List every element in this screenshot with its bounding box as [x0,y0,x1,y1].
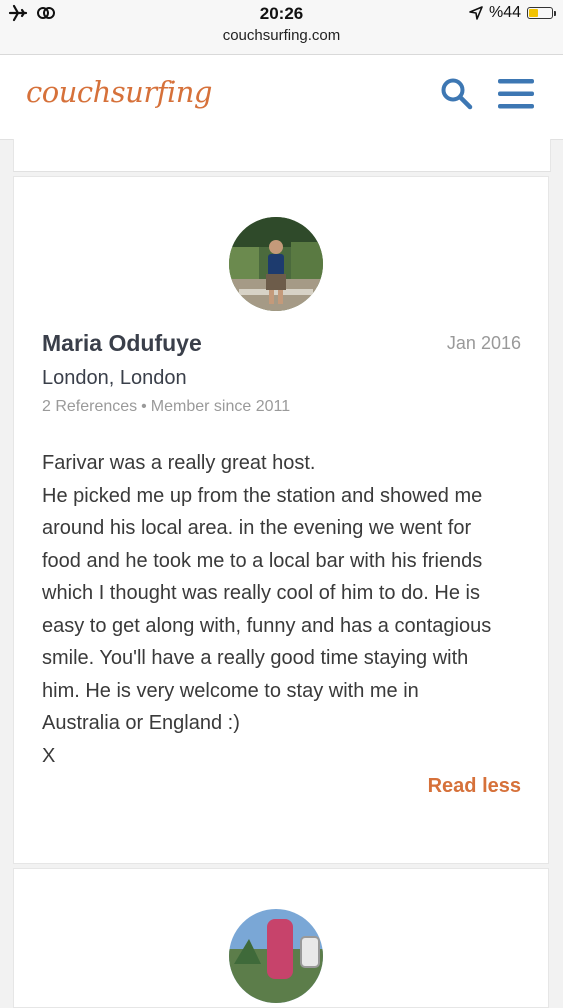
status-bar: 20:26 couchsurfing.com %44 [0,0,563,55]
status-icons-right: %44 [469,4,556,22]
address-url[interactable]: couchsurfing.com [0,27,563,44]
couchsurfing-logo[interactable]: couchsurfing [26,75,212,109]
battery-icon [527,7,556,19]
battery-level [529,9,538,17]
reference-line: which I thought was really cool of him t… [42,582,480,604]
avatar[interactable] [229,217,323,311]
read-less-link[interactable]: Read less [428,775,521,798]
reference-line: him. He is very welcome to stay with me … [42,679,419,702]
reference-line: X [42,744,56,767]
reviewer-location: London, London [42,367,187,389]
reference-line: food and he took me to a local bar with … [42,549,483,572]
hamburger-menu-icon [498,79,534,109]
separator-dot: • [141,398,147,415]
avatar-photo [229,217,323,311]
reference-line: smile. You'll have a really good time st… [42,647,469,669]
reference-line: Farivar was a really great host. [42,452,316,474]
references-count: 2 References [42,398,138,415]
reference-line: Australia or England :) [42,712,240,734]
search-icon [441,78,473,110]
battery-percent: %44 [488,4,521,21]
reviewer-name[interactable]: Maria Odufuye [42,330,202,357]
location-arrow-icon [469,6,483,20]
reference-line: easy to get along with, funny and has a … [42,614,492,637]
reference-line: He picked me up from the station and sho… [42,484,483,507]
reference-card: Maria Odufuye Jan 2016 London, London 2 … [13,176,549,864]
site-header: couchsurfing [0,55,563,140]
reference-line: around his local area. in the evening we… [42,517,472,539]
reviewer-meta: 2 References • Member since 2011 [42,398,290,416]
search-button[interactable] [440,77,474,111]
reference-text: Farivar was a really great host. He pick… [42,447,522,772]
member-since: Member since 2011 [150,398,291,415]
previous-reference-card [13,139,551,172]
avatar[interactable] [229,909,323,1003]
menu-button[interactable] [496,77,536,111]
next-reference-card [13,868,549,1008]
reference-date: Jan 2016 [446,333,521,353]
avatar-photo [229,909,323,1003]
